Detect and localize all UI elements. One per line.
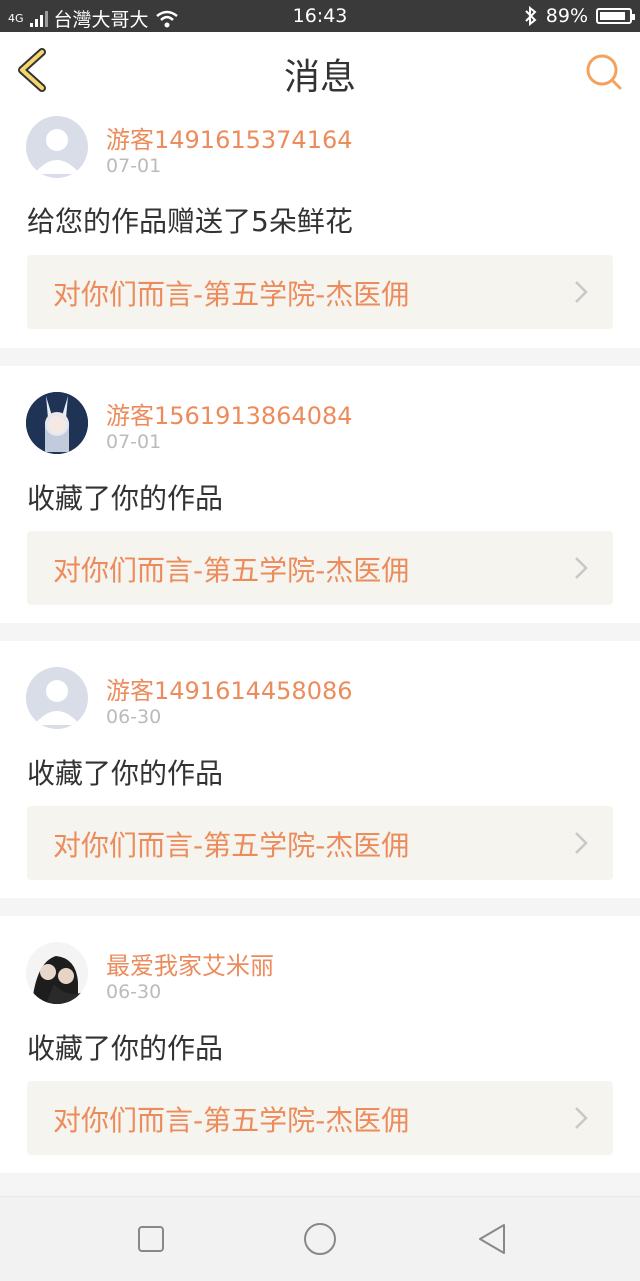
message-date: 06-30 (106, 981, 162, 1003)
work-title: 对你们而言-第五学院-杰医佣 (53, 278, 410, 311)
username-link[interactable]: 游客1561913864084 (106, 396, 353, 431)
default-avatar-icon[interactable] (26, 667, 88, 729)
bluetooth-icon (525, 6, 537, 26)
username-link[interactable]: 最爱我家艾米丽 (106, 946, 274, 981)
work-link[interactable]: 对你们而言-第五学院-杰医佣 (27, 1081, 613, 1155)
message-action: 给您的作品赠送了5朵鲜花 (27, 205, 353, 238)
chevron-right-icon (575, 281, 588, 303)
work-link[interactable]: 对你们而言-第五学院-杰医佣 (27, 806, 613, 880)
chevron-right-icon (575, 1107, 588, 1129)
square-icon[interactable] (131, 1219, 171, 1259)
work-title: 对你们而言-第五学院-杰医佣 (53, 554, 410, 587)
work-title: 对你们而言-第五学院-杰医佣 (53, 1104, 410, 1137)
battery-percent: 89% (545, 5, 588, 27)
message-date: 06-30 (106, 706, 162, 728)
chevron-right-icon (575, 557, 588, 579)
message-card: 游客1491615374164 07-01 给您的作品赠送了5朵鲜花 对你们而言… (0, 108, 640, 348)
circle-icon[interactable] (300, 1219, 340, 1259)
message-card: 游客1491614458086 06-30 收藏了你的作品 对你们而言-第五学院… (0, 641, 640, 898)
message-card: 最爱我家艾米丽 06-30 收藏了你的作品 对你们而言-第五学院-杰医佣 (0, 916, 640, 1173)
message-date: 07-01 (106, 431, 162, 453)
default-avatar-icon[interactable] (26, 116, 88, 178)
message-action: 收藏了你的作品 (27, 757, 224, 790)
photo-avatar-icon[interactable] (26, 942, 88, 1004)
message-date: 07-01 (106, 155, 162, 177)
message-card: 游客1561913864084 07-01 收藏了你的作品 对你们而言-第五学院… (0, 366, 640, 623)
battery-icon (596, 8, 635, 24)
message-action: 收藏了你的作品 (27, 482, 224, 515)
chevron-right-icon (575, 832, 588, 854)
username-link[interactable]: 游客1491614458086 (106, 671, 353, 706)
app-header: 消息 (0, 32, 640, 109)
triangle-back-icon[interactable] (472, 1219, 512, 1259)
work-link[interactable]: 对你们而言-第五学院-杰医佣 (27, 531, 613, 605)
system-nav-bar (0, 1196, 640, 1281)
page-title: 消息 (283, 57, 356, 98)
message-feed: 游客1491615374164 07-01 给您的作品赠送了5朵鲜花 对你们而言… (0, 108, 640, 1191)
message-action: 收藏了你的作品 (27, 1032, 224, 1065)
work-link[interactable]: 对你们而言-第五学院-杰医佣 (27, 255, 613, 329)
username-link[interactable]: 游客1491615374164 (106, 120, 353, 155)
work-title: 对你们而言-第五学院-杰医佣 (53, 829, 410, 862)
search-icon[interactable] (584, 52, 624, 92)
anime-avatar-icon[interactable] (26, 392, 88, 454)
status-bar: 4G 台灣大哥大 16:43 89% (0, 0, 640, 32)
